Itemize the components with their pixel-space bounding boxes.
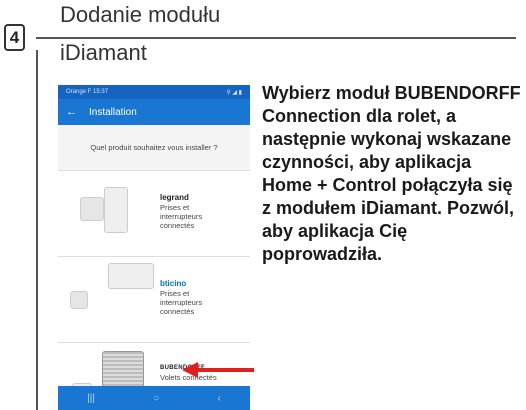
- product-description: Prises et interrupteurs connectés: [160, 289, 203, 316]
- install-question: Quel produit souhaitez vous installer ?: [90, 143, 218, 152]
- home-icon[interactable]: ○: [153, 393, 159, 404]
- red-arrow-icon: [182, 362, 254, 378]
- socket-image-icon: [104, 187, 128, 233]
- product-brand: legrand: [160, 193, 189, 202]
- vertical-guide-line: [36, 50, 38, 410]
- step-title-line2: iDiamant: [60, 40, 147, 65]
- back-arrow-icon[interactable]: ←: [66, 106, 77, 118]
- switch-panel-image-icon: [108, 263, 154, 289]
- status-carrier-time: Orange F 15:37: [66, 89, 109, 95]
- instruction-text: Wybierz moduł BUBENDORFF Connection dla …: [262, 83, 521, 264]
- switch-image-icon: [80, 197, 104, 221]
- app-bar-title: Installation: [89, 106, 137, 118]
- status-indicators: ⚲ ◢ ▮: [226, 89, 242, 96]
- product-card-bticino[interactable]: bticino Prises et interrupteurs connecté…: [58, 257, 250, 343]
- product-card-legrand[interactable]: legrand Prises et interrupteurs connecté…: [58, 171, 250, 257]
- product-brand: bticino: [160, 279, 187, 288]
- switch-image-icon: [70, 291, 88, 309]
- android-nav-bar: ||| ○ ‹: [58, 386, 250, 410]
- recent-apps-icon[interactable]: |||: [87, 393, 95, 404]
- header-rule: [36, 37, 516, 39]
- step-title-line1: Dodanie modułu: [60, 2, 221, 27]
- product-description: Prises et interrupteurs connectés: [160, 203, 203, 230]
- status-bar: Orange F 15:37 ⚲ ◢ ▮: [58, 85, 250, 99]
- app-bar: ← Installation: [58, 99, 250, 125]
- step-badge: 4: [4, 24, 25, 51]
- back-icon[interactable]: ‹: [218, 393, 221, 404]
